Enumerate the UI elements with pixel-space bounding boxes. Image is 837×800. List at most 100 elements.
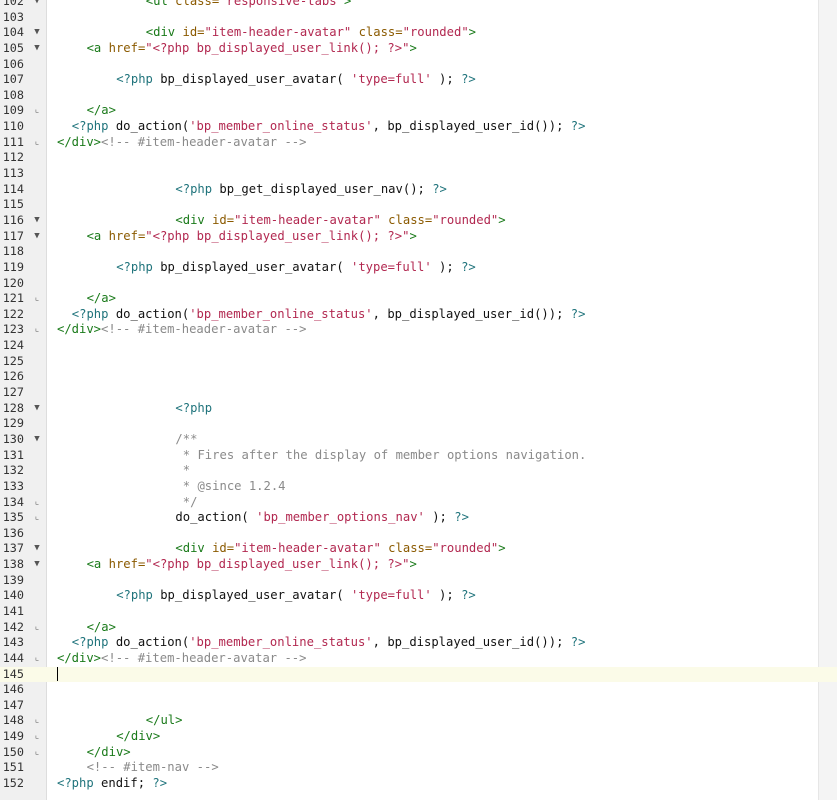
line-number: 123: [2, 322, 24, 337]
code-line[interactable]: 105 ▼ <a href="<?php bp_displayed_user_lin…: [0, 41, 837, 57]
line-number: 108: [2, 87, 24, 102]
code-text: </a>: [86, 619, 116, 634]
code-text: <?php: [175, 400, 213, 415]
line-number: 116: [2, 212, 24, 227]
line-number: 151: [2, 760, 24, 775]
code-line[interactable]: 134 ⌞ */: [0, 495, 837, 511]
line-number: 102: [2, 0, 24, 8]
code-line[interactable]: 136: [0, 526, 837, 542]
code-line[interactable]: 130 ▼ /**: [0, 432, 837, 448]
line-number: 124: [2, 338, 24, 353]
code-line[interactable]: 108: [0, 88, 837, 104]
code-text: * Fires after the display of member opti…: [182, 447, 587, 462]
code-line[interactable]: 122 <?php do_action('bp_member_online_sta…: [0, 307, 837, 323]
line-number: 126: [2, 369, 24, 384]
code-line[interactable]: 131 * Fires after the display of member o…: [0, 448, 837, 464]
line-number: 103: [2, 9, 24, 24]
fold-arrow-icon[interactable]: ▼: [31, 401, 43, 417]
code-text: <div id="item-header-avatar" class="roun…: [175, 541, 506, 556]
text-cursor: [57, 667, 58, 682]
line-number: 149: [2, 729, 24, 744]
code-text: <?php bp_displayed_user_avatar( 'type=fu…: [116, 72, 476, 87]
code-line[interactable]: 133 * @since 1.2.4: [0, 479, 837, 495]
code-editor[interactable]: 102 ▼ <ul class="responsive-tabs"> 103 104 ▼ <…: [0, 0, 837, 800]
fold-arrow-icon[interactable]: ▼: [31, 41, 43, 57]
fold-arrow-icon[interactable]: ▼: [31, 541, 43, 557]
code-line[interactable]: 123 ⌞ </div><!-- #item-header-avatar -->: [0, 322, 837, 338]
code-text: </ul>: [145, 713, 183, 728]
code-line[interactable]: 145: [0, 666, 837, 683]
code-line[interactable]: 114 <?php bp_get_displayed_user_nav(); ?>: [0, 182, 837, 198]
line-number: 142: [2, 619, 24, 634]
code-line[interactable]: 111 ⌞ </div><!-- #item-header-avatar -->: [0, 135, 837, 151]
code-text: <a href="<?php bp_displayed_user_link();…: [86, 40, 417, 55]
code-text: </div>: [86, 744, 131, 759]
code-line[interactable]: 107 <?php bp_displayed_user_avatar( 'type…: [0, 72, 837, 88]
line-number: 141: [2, 603, 24, 618]
code-text: </div><!-- #item-header-avatar -->: [57, 134, 307, 149]
code-line[interactable]: 144 ⌞ </div><!-- #item-header-avatar -->: [0, 651, 837, 667]
code-line[interactable]: 142 ⌞ </a>: [0, 620, 837, 636]
code-text: *: [182, 463, 191, 478]
code-line[interactable]: 128 ▼ <?php: [0, 401, 837, 417]
code-line[interactable]: 148 ⌞ </ul>: [0, 713, 837, 729]
code-line[interactable]: 112: [0, 150, 837, 166]
code-line[interactable]: 129: [0, 416, 837, 432]
code-line[interactable]: 149 ⌞ </div>: [0, 729, 837, 745]
code-line[interactable]: 104 ▼ <div id="item-header-avatar" class="…: [0, 25, 837, 41]
code-line[interactable]: 121 ⌞ </a>: [0, 291, 837, 307]
fold-arrow-icon[interactable]: ▼: [31, 0, 43, 10]
fold-end-icon: ⌞: [34, 621, 40, 632]
fold-arrow-icon[interactable]: ▼: [31, 432, 43, 448]
code-line[interactable]: 127: [0, 385, 837, 401]
code-line[interactable]: 117 ▼ <a href="<?php bp_displayed_user_lin…: [0, 229, 837, 245]
line-number: 115: [2, 197, 24, 212]
code-line[interactable]: 139: [0, 573, 837, 589]
code-text: <?php do_action('bp_member_online_status…: [71, 306, 586, 321]
code-line[interactable]: 138 ▼ <a href="<?php bp_displayed_user_lin…: [0, 557, 837, 573]
fold-end-icon: ⌞: [34, 715, 40, 726]
fold-end-icon: ⌞: [34, 496, 40, 507]
code-text: </div><!-- #item-header-avatar -->: [57, 650, 307, 665]
code-line[interactable]: 141: [0, 604, 837, 620]
code-line[interactable]: 102 ▼ <ul class="responsive-tabs">: [0, 0, 837, 10]
fold-arrow-icon[interactable]: ▼: [31, 557, 43, 573]
code-line[interactable]: 118: [0, 244, 837, 260]
line-number: 150: [2, 744, 24, 759]
fold-arrow-icon[interactable]: ▼: [31, 25, 43, 41]
code-line[interactable]: 120: [0, 276, 837, 292]
code-line[interactable]: 113: [0, 166, 837, 182]
code-line[interactable]: 110 <?php do_action('bp_member_online_sta…: [0, 119, 837, 135]
fold-end-icon: ⌞: [34, 105, 40, 116]
code-line[interactable]: 150 ⌞ </div>: [0, 745, 837, 761]
code-line[interactable]: 126: [0, 369, 837, 385]
code-text: <?php endif; ?>: [57, 776, 168, 791]
code-line[interactable]: 116 ▼ <div id="item-header-avatar" class="…: [0, 213, 837, 229]
fold-arrow-icon[interactable]: ▼: [31, 229, 43, 245]
fold-end-icon: ⌞: [34, 746, 40, 757]
code-line[interactable]: 115: [0, 197, 837, 213]
line-number: 130: [2, 431, 24, 446]
code-line[interactable]: 152 <?php endif; ?>: [0, 776, 837, 792]
code-text: </div>: [116, 729, 161, 744]
code-line[interactable]: 140 <?php bp_displayed_user_avatar( 'type…: [0, 588, 837, 604]
code-line[interactable]: 137 ▼ <div id="item-header-avatar" class="…: [0, 541, 837, 557]
code-line[interactable]: 147: [0, 698, 837, 714]
code-line[interactable]: 109 ⌞ </a>: [0, 103, 837, 119]
code-line[interactable]: 125: [0, 354, 837, 370]
code-line[interactable]: 135 ⌞ do_action( 'bp_member_options_nav' )…: [0, 510, 837, 526]
code-line[interactable]: 151 <!-- #item-nav -->: [0, 760, 837, 776]
code-text: [57, 667, 58, 683]
code-line[interactable]: 103: [0, 10, 837, 26]
code-line[interactable]: 119 <?php bp_displayed_user_avatar( 'type…: [0, 260, 837, 276]
code-line[interactable]: 146: [0, 682, 837, 698]
code-line[interactable]: 106: [0, 57, 837, 73]
fold-arrow-icon[interactable]: ▼: [31, 213, 43, 229]
code-line[interactable]: 124: [0, 338, 837, 354]
line-number: 128: [2, 400, 24, 415]
line-number: 148: [2, 713, 24, 728]
code-lines[interactable]: 102 ▼ <ul class="responsive-tabs"> 103 104 ▼ <…: [0, 0, 837, 792]
code-line[interactable]: 132 *: [0, 463, 837, 479]
code-line[interactable]: 143 <?php do_action('bp_member_online_sta…: [0, 635, 837, 651]
code-text: </a>: [86, 291, 116, 306]
